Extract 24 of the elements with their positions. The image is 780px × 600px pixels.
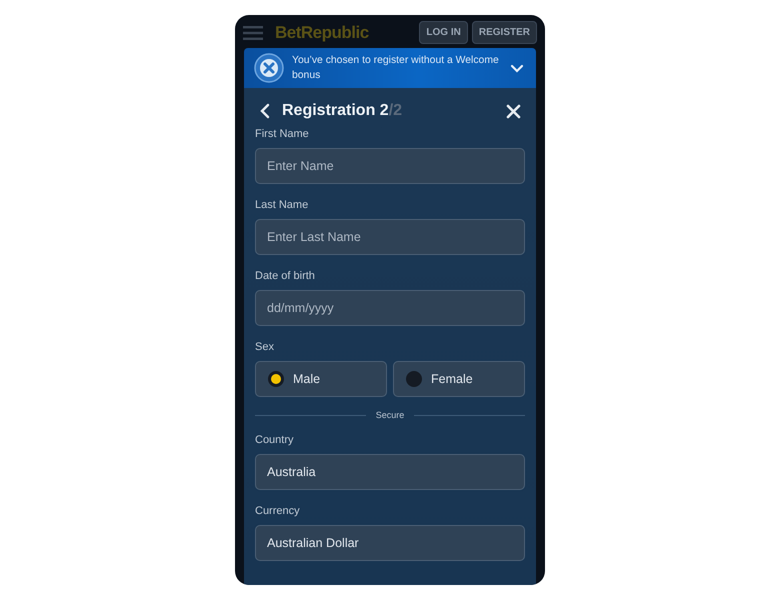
- header-button[interactable]: LOG IN: [419, 21, 468, 44]
- banner-text: You’ve chosen to register without a Welcome bonus: [292, 54, 500, 83]
- close-icon[interactable]: [506, 104, 521, 118]
- field-label: Sex: [255, 341, 275, 353]
- radio-option[interactable]: Male: [255, 361, 387, 397]
- input-field[interactable]: dd/mm/yyyy: [255, 290, 525, 326]
- back-icon[interactable]: [260, 103, 270, 119]
- field-label: Date of birth: [255, 270, 316, 282]
- step-total: /2: [388, 102, 402, 120]
- input-field[interactable]: Enter Name: [255, 148, 525, 184]
- chevron-icon[interactable]: [510, 64, 524, 72]
- divider-label: Secure: [376, 410, 404, 420]
- logo: BetRepublic: [275, 22, 369, 42]
- field-label: Country: [255, 434, 295, 446]
- field-label: Currency: [255, 505, 301, 517]
- input-field[interactable]: Australia: [255, 454, 525, 490]
- cross-icon: [254, 53, 284, 83]
- field-label: Last Name: [255, 199, 310, 211]
- input-field[interactable]: Enter Last Name: [255, 219, 525, 255]
- radio-option[interactable]: Female: [393, 361, 525, 397]
- input-field[interactable]: Australian Dollar: [255, 525, 525, 561]
- field-label: First Name: [255, 128, 310, 140]
- header-button[interactable]: REGISTER: [472, 21, 537, 44]
- modal-title: Registration 2: [282, 102, 389, 120]
